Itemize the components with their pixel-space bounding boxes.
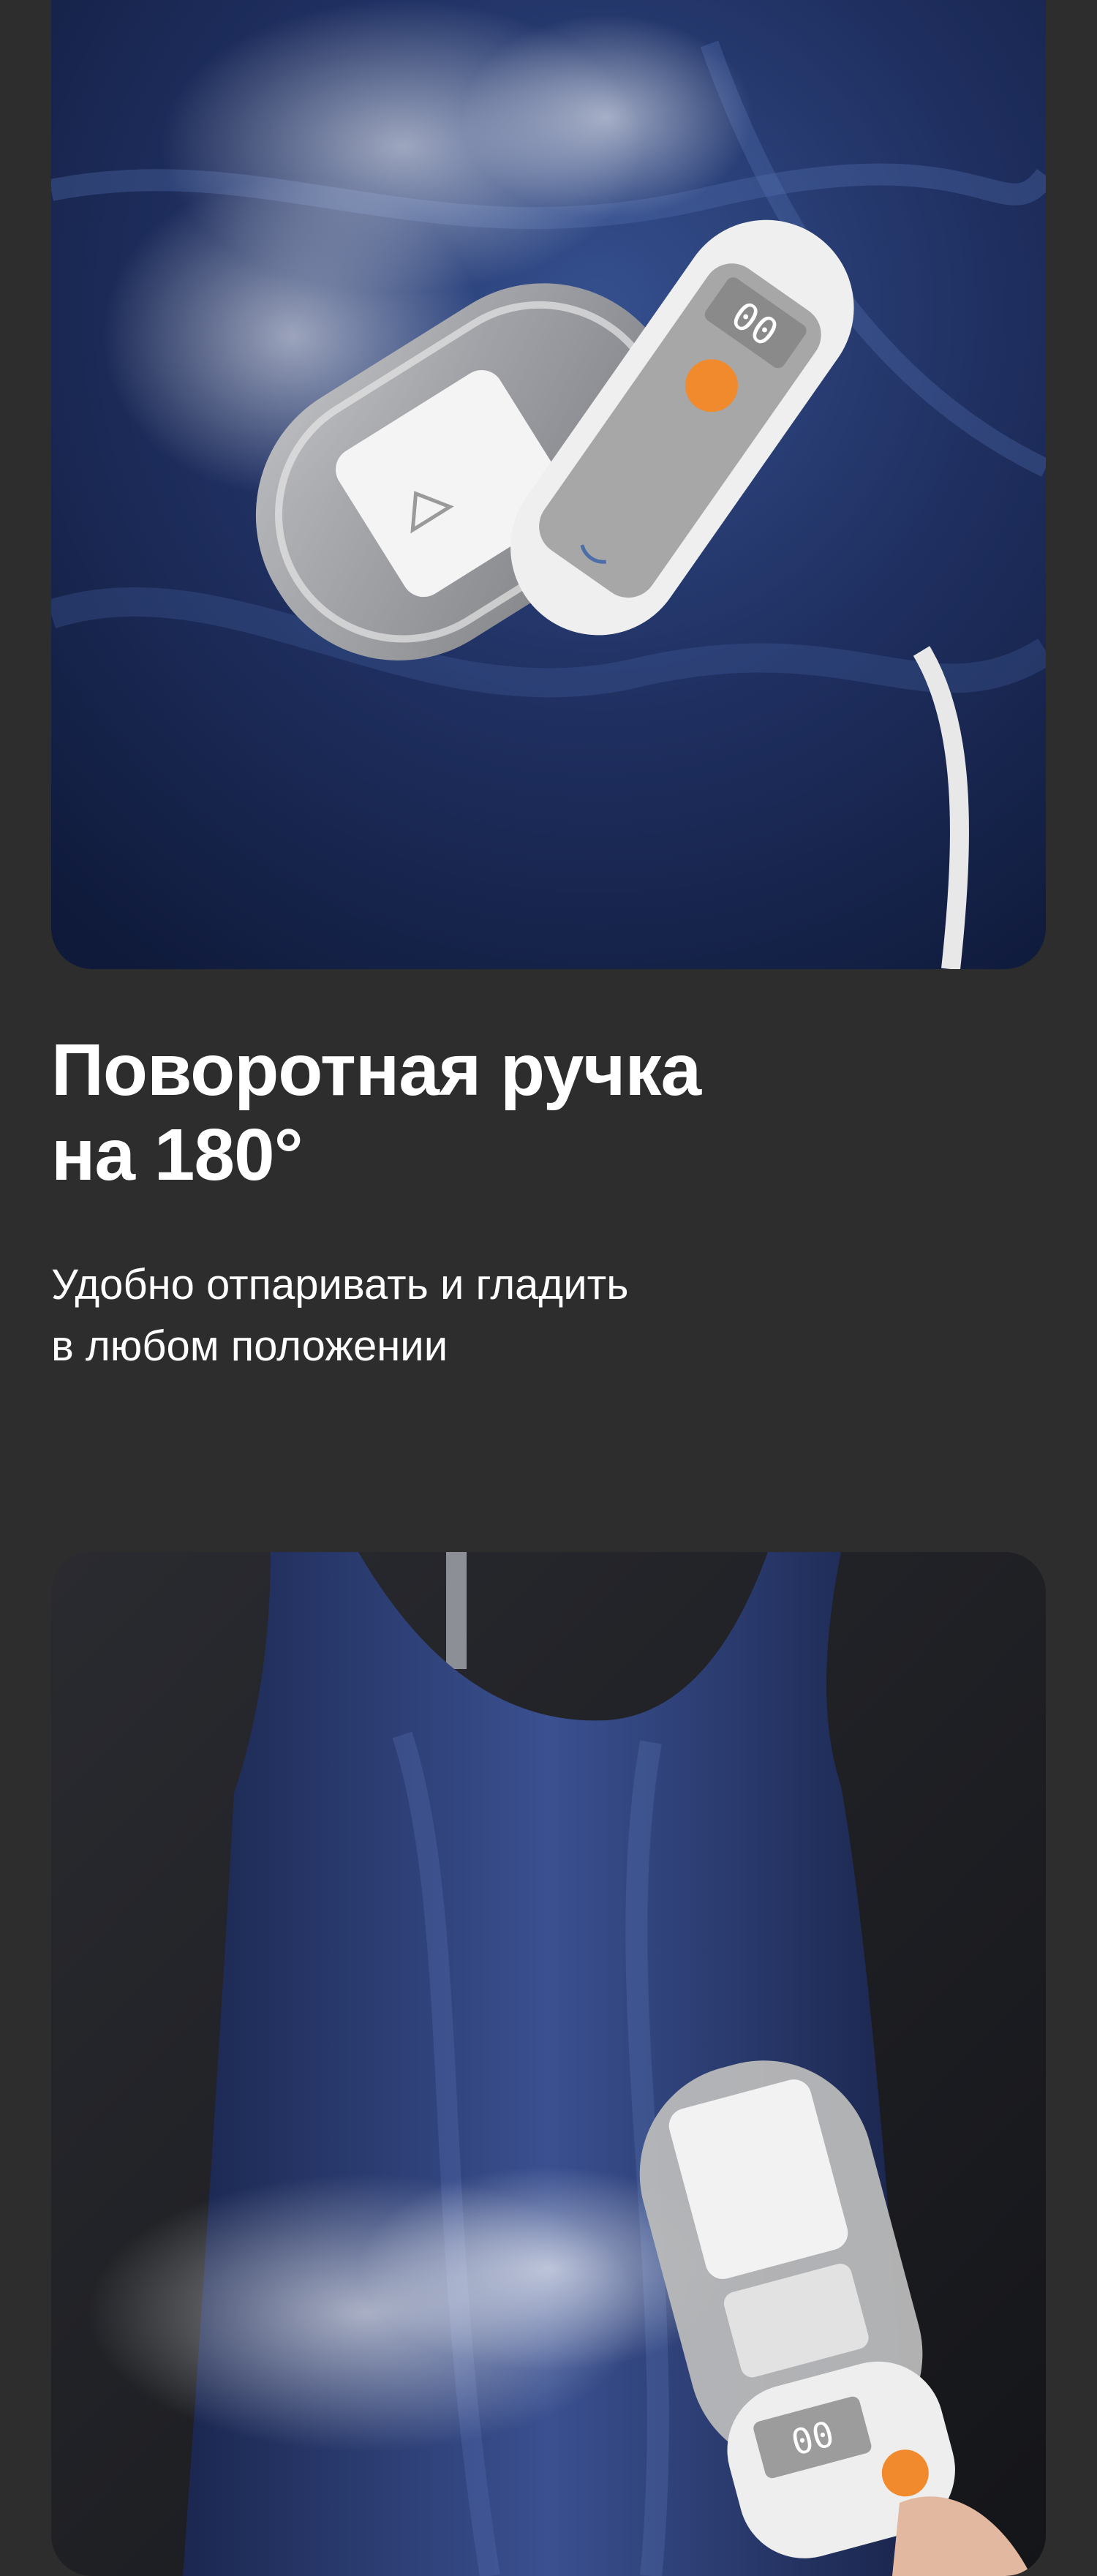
feature-heading: Поворотная ручка на 180° bbox=[51, 1028, 1002, 1197]
subtitle-line-1: Удобно отпаривать и гладить bbox=[51, 1261, 629, 1308]
bottom-product-photo: 00 bbox=[51, 1552, 1046, 2576]
steamer-on-satin-icon: 00 bbox=[51, 0, 1046, 969]
steamer-on-dress-icon: 00 bbox=[51, 1552, 1046, 2576]
heading-line-2: на 180° bbox=[51, 1114, 304, 1196]
feature-description: Удобно отпаривать и гладить в любом поло… bbox=[51, 1254, 1002, 1377]
top-product-photo: 00 bbox=[51, 0, 1046, 969]
subtitle-line-2: в любом положении bbox=[51, 1322, 448, 1370]
heading-line-1: Поворотная ручка bbox=[51, 1029, 701, 1111]
